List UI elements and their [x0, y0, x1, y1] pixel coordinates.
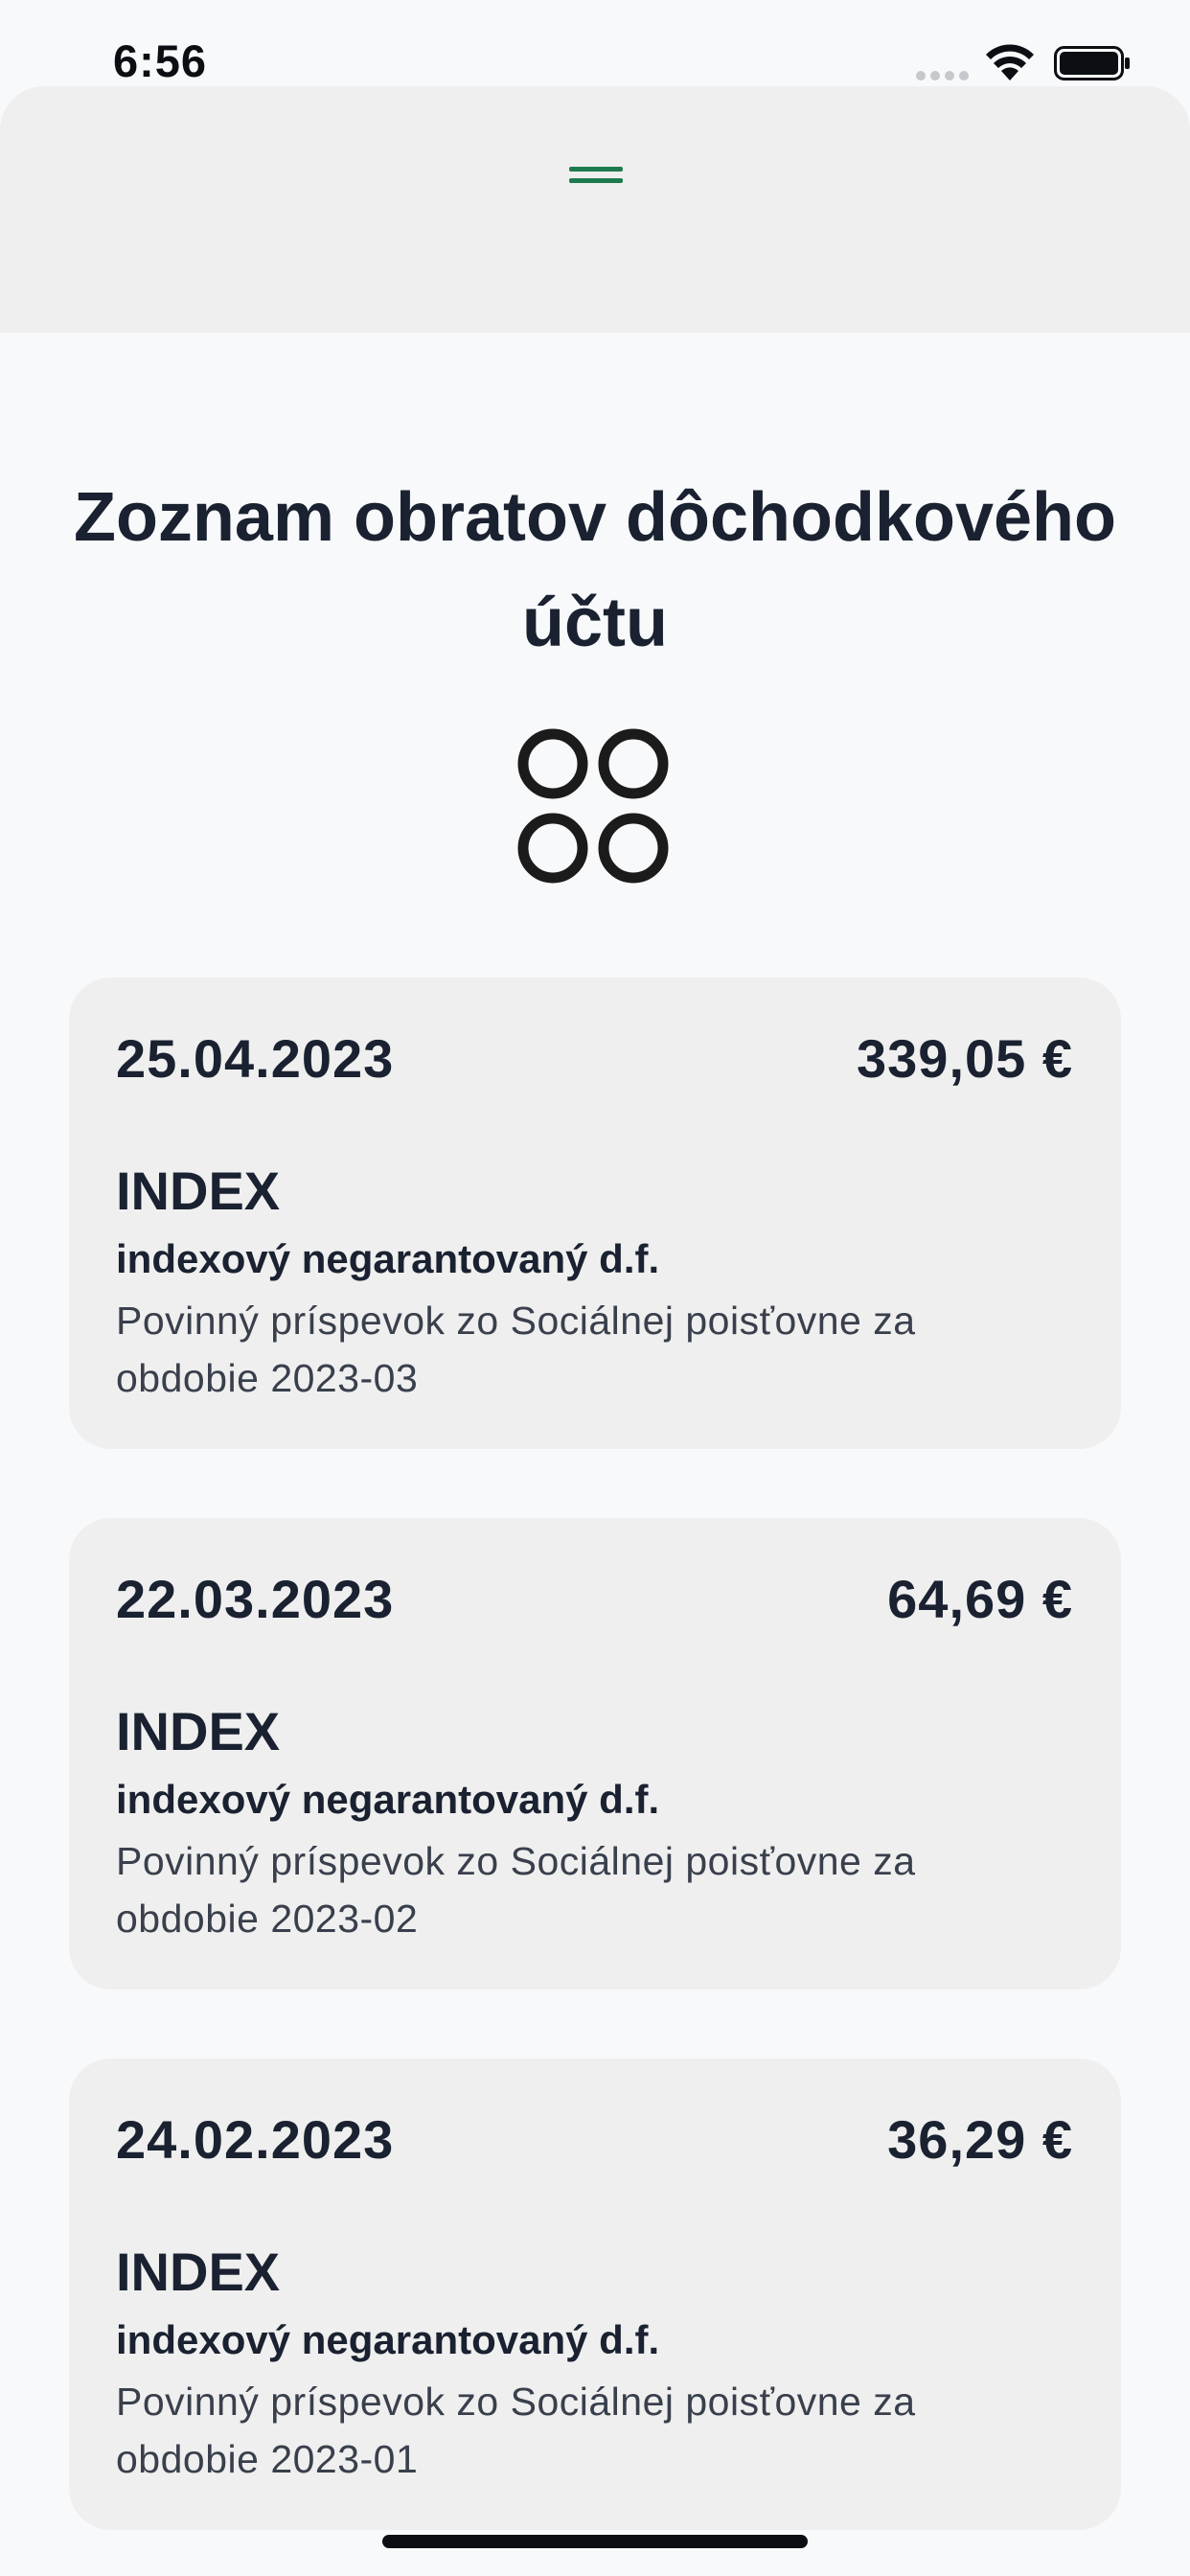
- battery-icon: [1054, 46, 1130, 80]
- transaction-description: Povinný príspevok zo Sociálnej poisťovne…: [116, 2380, 916, 2481]
- fund-subtitle: indexový negarantovaný d.f.: [116, 1236, 660, 1281]
- transaction-description: Povinný príspevok zo Sociálnej poisťovne…: [116, 1299, 916, 1400]
- status-bar: 6:56: [0, 0, 1190, 86]
- fund-name: INDEX: [116, 1161, 281, 1221]
- transaction-date: 25.04.2023: [116, 1028, 395, 1089]
- cellular-signal-icon: [916, 71, 970, 80]
- header-sheet: [0, 86, 1190, 333]
- transaction-card[interactable]: 22.03.2023 64,69 € INDEX indexový negara…: [69, 1518, 1121, 1990]
- transaction-card[interactable]: 24.02.2023 36,29 € INDEX indexový negara…: [69, 2058, 1121, 2530]
- transaction-date: 24.02.2023: [116, 2109, 395, 2170]
- transaction-amount: 339,05 €: [857, 1028, 1073, 1089]
- transaction-description: Povinný príspevok zo Sociálnej poisťovne…: [116, 1839, 916, 1941]
- four-circles-logo: [517, 728, 669, 884]
- fund-name: INDEX: [116, 1701, 281, 1761]
- fund-subtitle: indexový negarantovaný d.f.: [116, 2317, 660, 2362]
- fund-name: INDEX: [116, 2242, 281, 2302]
- wifi-icon: [986, 44, 1034, 80]
- home-indicator[interactable]: [382, 2535, 808, 2548]
- transaction-amount: 64,69 €: [887, 1569, 1073, 1629]
- menu-lines-icon[interactable]: [569, 163, 623, 188]
- transaction-amount: 36,29 €: [887, 2109, 1073, 2170]
- fund-subtitle: indexový negarantovaný d.f.: [116, 1777, 660, 1822]
- page-title: Zoznam obratov dôchodkového účtu: [73, 479, 1117, 661]
- transaction-date: 22.03.2023: [116, 1569, 395, 1629]
- transaction-card[interactable]: 25.04.2023 339,05 € INDEX indexový negar…: [69, 978, 1121, 1449]
- status-time: 6:56: [113, 35, 208, 86]
